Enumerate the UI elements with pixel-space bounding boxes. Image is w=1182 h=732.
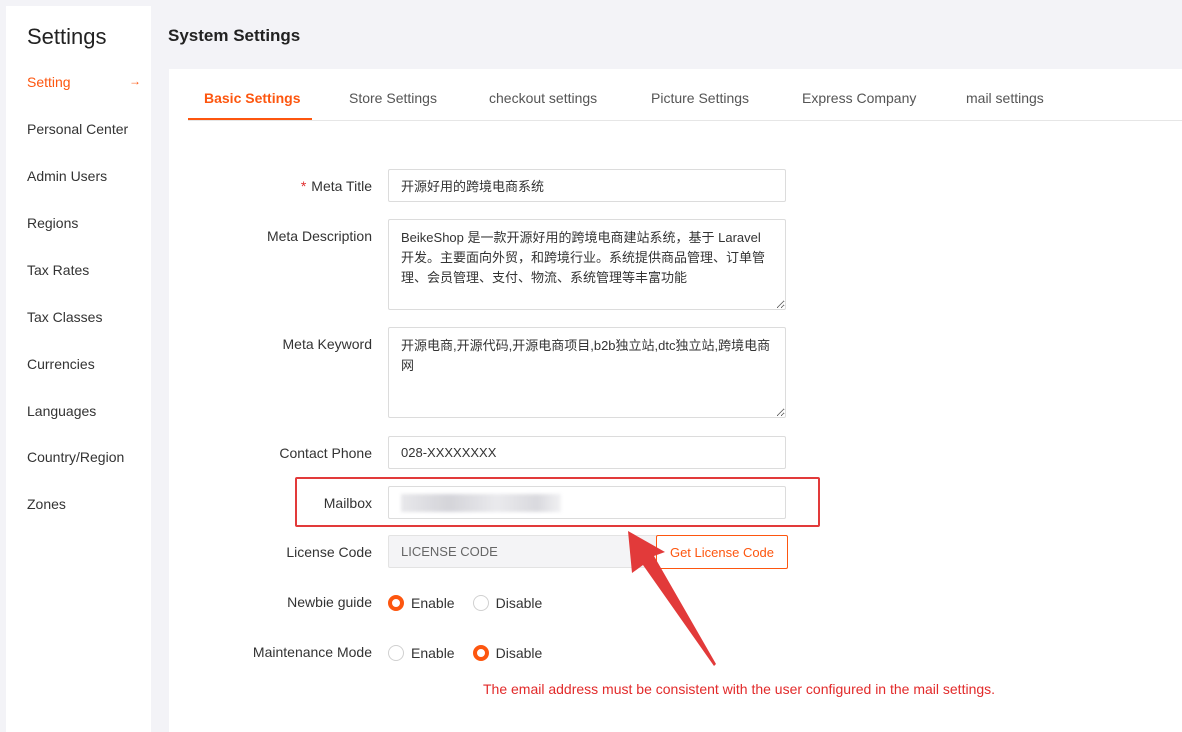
sidebar-item-zones[interactable]: Zones [27,496,151,512]
annotation-note: The email address must be consistent wit… [483,681,996,697]
required-mark: * [300,178,307,194]
sidebar-item-label: Setting [27,74,71,90]
radio-unchecked-icon[interactable] [388,645,404,661]
meta-title-input[interactable] [388,169,786,202]
sidebar-item-label: Regions [27,215,79,231]
newbie-guide-enable-option[interactable]: Enable [388,595,455,611]
sidebar-item-label: Personal Center [27,121,129,137]
sidebar-item-label: Tax Rates [27,262,90,278]
page-title: System Settings [168,26,301,45]
radio-label: Enable [411,595,455,611]
tab-checkout-settings[interactable]: checkout settings [489,90,597,106]
tab-mail-settings[interactable]: mail settings [966,90,1044,106]
meta-description-textarea[interactable]: BeikeShop 是一款开源好用的跨境电商建站系统，基于 Laravel 开发… [388,219,786,310]
license-code-input[interactable] [388,535,658,568]
tab-store-settings[interactable]: Store Settings [349,90,437,106]
radio-label: Disable [495,595,543,611]
newbie-guide-label: Newbie guide [287,594,372,610]
mailbox-highlight-box [295,477,820,527]
tab-basic-settings[interactable]: Basic Settings [204,90,300,106]
maintenance-mode-label: Maintenance Mode [252,644,372,660]
meta-description-label: Meta Description [266,228,372,244]
sidebar-item-label: Zones [27,496,66,512]
sidebar-item-country-region[interactable]: Country/Region [27,449,151,465]
radio-checked-icon[interactable] [388,595,404,611]
newbie-guide-disable-option[interactable]: Disable [472,595,543,611]
sidebar-item-label: Tax Classes [27,309,103,325]
sidebar-item-admin-users[interactable]: Admin Users [27,168,151,184]
sidebar-item-languages[interactable]: Languages [27,403,151,419]
sidebar-item-regions[interactable]: Regions [27,215,151,231]
radio-unchecked-icon[interactable] [472,595,489,611]
maintenance-mode-radio-group: Enable Disable [388,643,560,663]
newbie-guide-radio-group: Enable Disable [388,593,560,613]
settings-card: Basic Settings Store Settings checkout s… [169,69,1182,732]
meta-keyword-label: Meta Keyword [282,336,372,352]
get-license-code-button[interactable]: Get License Code [656,535,788,569]
sidebar-item-currencies[interactable]: Currencies [27,356,151,372]
sidebar-item-label: Languages [27,403,97,419]
maintenance-disable-option[interactable]: Disable [472,645,543,661]
sidebar-item-personal-center[interactable]: Personal Center [27,121,151,137]
tab-express-company[interactable]: Express Company [802,90,916,106]
active-tab-indicator [188,118,312,120]
arrow-right-icon: → [129,74,141,88]
contact-phone-input[interactable] [388,436,786,469]
radio-label: Disable [495,645,543,661]
license-code-label: License Code [286,544,372,560]
sidebar-item-setting[interactable]: Setting → [27,74,151,90]
contact-phone-label: Contact Phone [279,445,372,461]
radio-checked-icon[interactable] [472,645,489,661]
sidebar-item-tax-classes[interactable]: Tax Classes [27,309,151,325]
sidebar-item-label: Currencies [27,356,95,372]
maintenance-enable-option[interactable]: Enable [388,645,455,661]
meta-keyword-textarea[interactable]: 开源电商,开源代码,开源电商项目,b2b独立站,dtc独立站,跨境电商网 [388,327,786,418]
sidebar-item-tax-rates[interactable]: Tax Rates [27,262,151,278]
sidebar-title: Settings [27,24,107,49]
sidebar-item-label: Admin Users [27,168,108,184]
tab-bar: Basic Settings Store Settings checkout s… [188,69,1182,121]
sidebar: Settings Setting → Personal Center Admin… [6,6,151,732]
sidebar-item-label: Country/Region [27,449,125,465]
tab-picture-settings[interactable]: Picture Settings [651,90,749,106]
radio-label: Enable [411,645,455,661]
meta-title-label: * Meta Title [300,178,372,194]
